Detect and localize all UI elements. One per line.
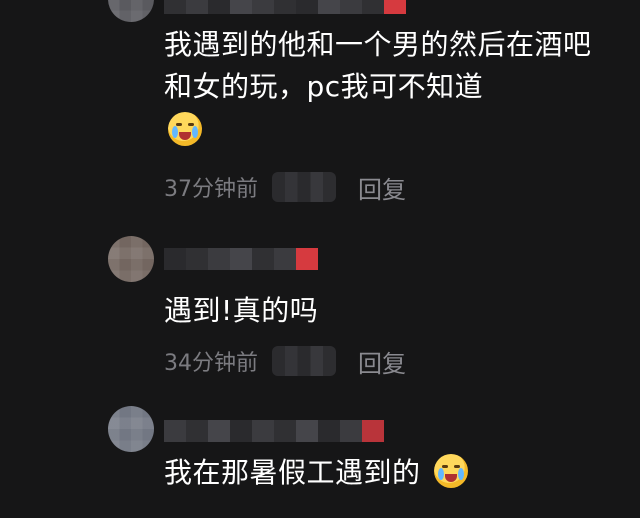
- comment-text-content: 我在那暑假工遇到的: [164, 456, 421, 489]
- avatar[interactable]: [108, 406, 154, 452]
- comment-text-content: 遇到!真的吗: [164, 294, 319, 327]
- comment-meta: 37分钟前 回复: [164, 170, 406, 204]
- comment-item: 我在那暑假工遇到的: [0, 390, 640, 518]
- comment-time: 37分钟前: [164, 177, 258, 202]
- reply-button[interactable]: 回复: [358, 344, 406, 379]
- commenter-name-pixelated: [164, 0, 406, 14]
- comment-text: 我遇到的他和一个男的然后在酒吧和女的玩，pc我可不知道: [164, 24, 594, 108]
- avatar[interactable]: [108, 236, 154, 282]
- pixelated-chip: [272, 172, 336, 202]
- pixelated-chip: [272, 346, 336, 376]
- crying-face-icon: [433, 454, 468, 488]
- comment-text: 遇到!真的吗: [164, 290, 594, 332]
- commenter-name-pixelated: [164, 420, 384, 442]
- comment-thread: 我遇到的他和一个男的然后在酒吧和女的玩，pc我可不知道 37分钟前 回复 遇到!…: [0, 0, 640, 518]
- comment-time: 34分钟前: [164, 351, 258, 376]
- comment-text: 我在那暑假工遇到的: [164, 452, 594, 494]
- comment-text-content: 我遇到的他和一个男的然后在酒吧和女的玩，pc我可不知道: [164, 28, 592, 103]
- avatar[interactable]: [108, 0, 154, 22]
- comment-item: 遇到!真的吗 34分钟前 回复: [0, 220, 640, 390]
- commenter-name-pixelated: [164, 248, 318, 270]
- comment-meta: 34分钟前 回复: [164, 344, 406, 378]
- reply-button[interactable]: 回复: [358, 170, 406, 205]
- crying-face-icon: [168, 112, 202, 146]
- comment-item: 我遇到的他和一个男的然后在酒吧和女的玩，pc我可不知道 37分钟前 回复: [0, 0, 640, 220]
